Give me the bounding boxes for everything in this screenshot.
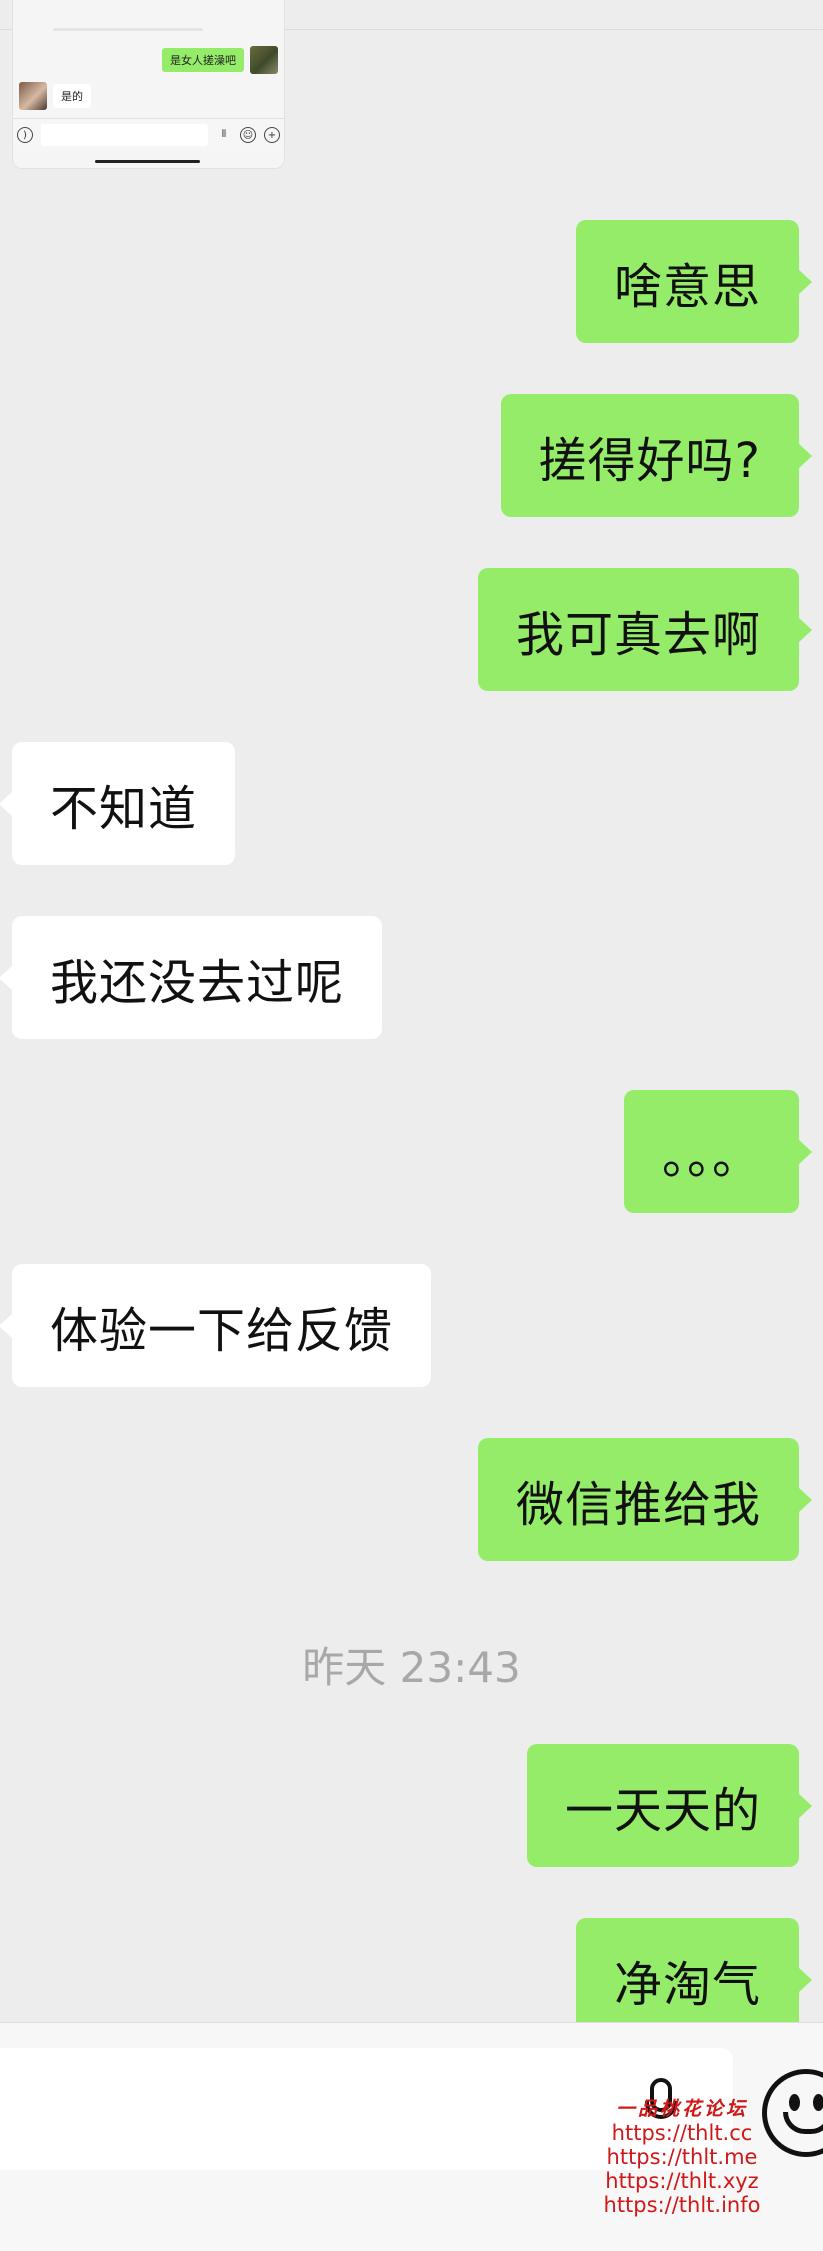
my-message-bubble[interactable]: 啥意思 [575, 220, 813, 343]
my-message-bubble[interactable]: 我可真去啊 [477, 568, 813, 691]
my-message-bubble[interactable]: 搓得好吗? [500, 394, 813, 517]
voice-icon: ) [17, 127, 33, 143]
mic-icon: ⦀ [221, 129, 227, 140]
thumbnail-sent-bubble: 是女人搓澡吧 [162, 48, 244, 72]
emoji-left-eye [789, 2094, 800, 2111]
watermark-url: https://thlt.me [606, 2145, 758, 2169]
watermark-url: https://thlt.cc [611, 2121, 753, 2145]
plus-icon: + [264, 127, 280, 143]
message-row: 微信推给我 [477, 1438, 813, 1561]
message-row: 。。。 [623, 1090, 813, 1213]
emoji-mouth [783, 2112, 823, 2134]
message-row: 一天天的 [526, 1744, 813, 1867]
my-message-bubble[interactable]: 。。。 [623, 1090, 813, 1213]
thumbnail-home-indicator [95, 160, 200, 163]
other-message-bubble[interactable]: 我还没去过呢 [0, 916, 383, 1039]
message-row: 搓得好吗? [500, 394, 813, 517]
thumbnail-sent-row: 是女人搓澡吧 [162, 46, 278, 74]
message-row: 啥意思 [575, 220, 813, 343]
watermark-url: https://thlt.xyz [605, 2169, 759, 2193]
watermark-title: 一品桃花论坛 [615, 2098, 748, 2120]
message-row: 我可真去啊 [477, 568, 813, 691]
chat-timestamp: 昨天 23:43 [302, 1643, 521, 1692]
thumbnail-other-avatar [19, 82, 47, 110]
other-message-bubble[interactable]: 体验一下给反馈 [0, 1264, 432, 1387]
emoji-right-eye [813, 2094, 823, 2111]
thumbnail-my-avatar [250, 46, 278, 74]
screenshot-image[interactable]: 是女人搓澡吧 是的 ) ⦀ ☺ + [12, 0, 285, 169]
thumbnail-top-strip [53, 28, 203, 31]
my-message-bubble[interactable]: 一天天的 [526, 1744, 813, 1867]
thumbnail-received-row: 是的 [19, 82, 91, 110]
message-row: 不知道 [0, 742, 236, 865]
thumbnail-input-field [41, 124, 208, 146]
watermark-url: https://thlt.info [603, 2193, 761, 2217]
message-row: 我还没去过呢 [0, 916, 383, 1039]
emoji-icon[interactable] [762, 2069, 823, 2157]
thumbnail-input-bar: ) ⦀ ☺ + [13, 118, 284, 151]
my-message-bubble[interactable]: 微信推给我 [477, 1438, 813, 1561]
other-message-bubble[interactable]: 不知道 [0, 742, 236, 865]
message-row: 体验一下给反馈 [0, 1264, 432, 1387]
emoji-icon: ☺ [240, 127, 256, 143]
forum-watermark: 一品桃花论坛 https://thlt.cc https://thlt.me h… [598, 2094, 766, 2217]
thumbnail-received-bubble: 是的 [53, 84, 91, 108]
